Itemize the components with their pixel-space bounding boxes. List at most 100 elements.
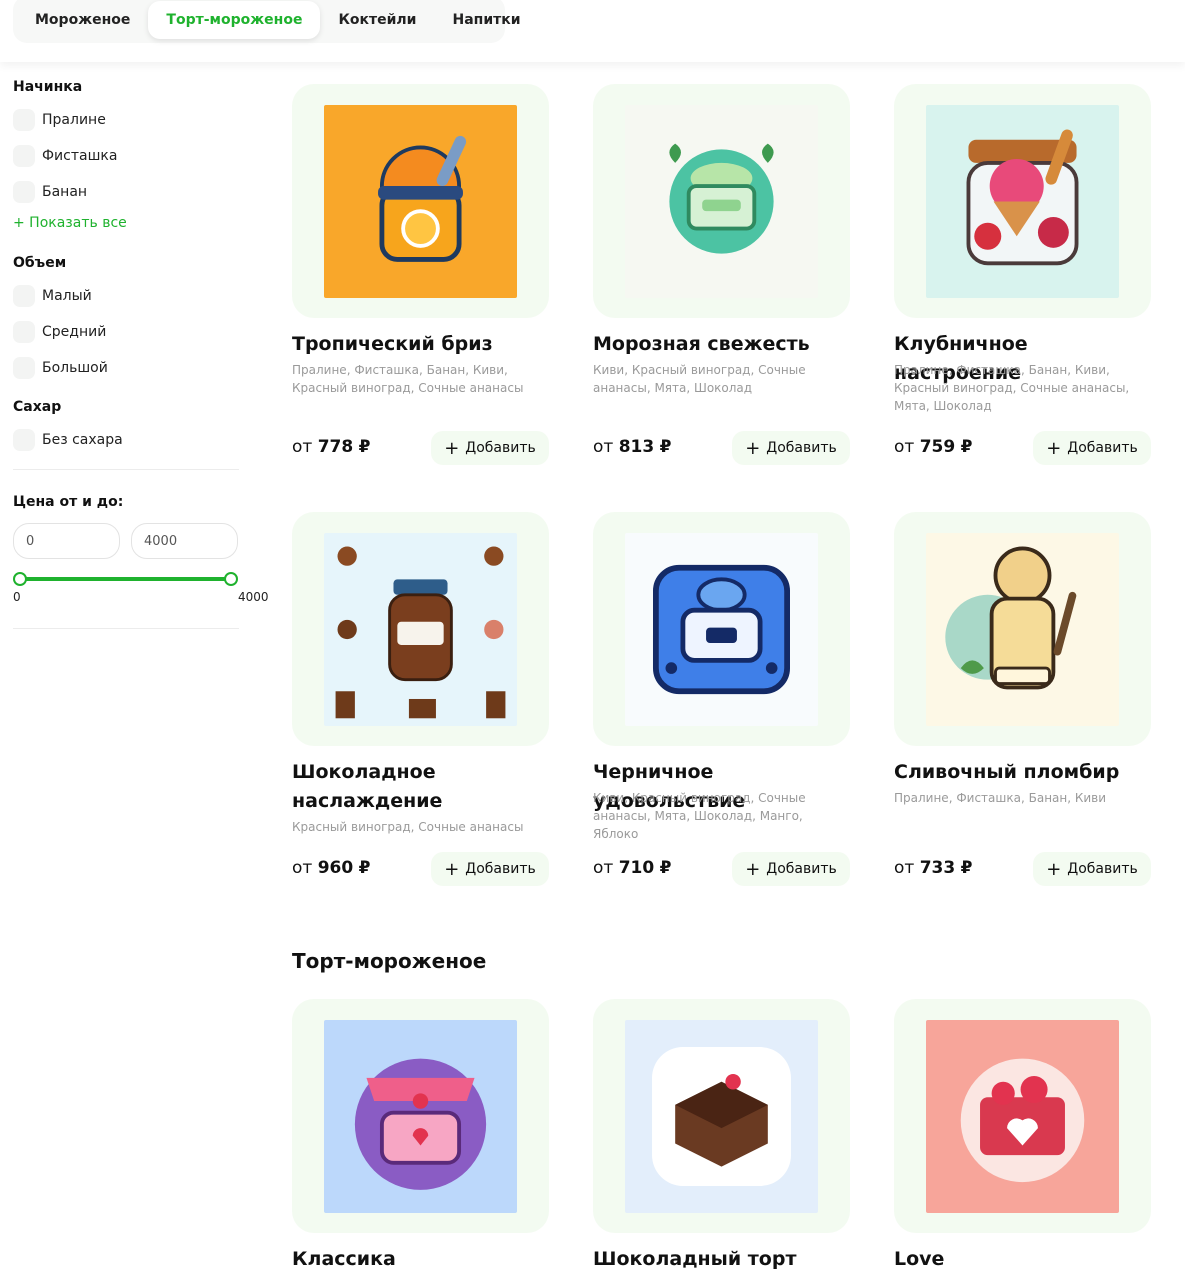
- add-button-label: Добавить: [766, 861, 837, 877]
- product-price: от 778 ₽: [292, 437, 370, 457]
- price-value: 733: [919, 858, 956, 878]
- add-button[interactable]: + Добавить: [732, 431, 850, 465]
- price-value: 778: [317, 437, 354, 457]
- checkbox[interactable]: [13, 429, 35, 451]
- product-price: от 710 ₽: [593, 858, 671, 878]
- divider: [13, 628, 239, 629]
- add-button[interactable]: + Добавить: [732, 852, 850, 886]
- checkbox[interactable]: [13, 285, 35, 307]
- product-title: Морозная свежесть: [593, 333, 810, 355]
- filter-label: Пралине: [42, 112, 106, 128]
- heart-cake-icon: [926, 1020, 1119, 1213]
- plus-icon: +: [745, 858, 761, 880]
- product-title: Тропический бриз: [292, 333, 493, 355]
- tab-cocktails[interactable]: Коктейли: [320, 1, 434, 39]
- product-image-frame: [292, 999, 549, 1233]
- product-image-frame: [894, 999, 1151, 1233]
- filter-label: Без сахара: [42, 432, 123, 448]
- product-ingredients: Красный виноград, Сочные ананасы: [292, 820, 524, 834]
- filter-medium[interactable]: Средний: [13, 321, 106, 343]
- filter-no-sugar[interactable]: Без сахара: [13, 429, 123, 451]
- product-image-frame: [593, 999, 850, 1233]
- price-range-title: Цена от и до:: [13, 494, 124, 510]
- checkbox[interactable]: [13, 109, 35, 131]
- product-price: от 960 ₽: [292, 858, 370, 878]
- product-image-frame: [292, 512, 549, 746]
- price-slider-max-handle[interactable]: [224, 572, 238, 586]
- product-ingredients: Пралине, Фисташка, Банан, Киви, Красный …: [894, 363, 1130, 413]
- add-button[interactable]: + Добавить: [431, 431, 549, 465]
- price-prefix: от: [894, 858, 915, 878]
- price-slider-max-label: 4000: [238, 590, 269, 604]
- currency: ₽: [960, 437, 973, 457]
- add-button[interactable]: + Добавить: [1033, 852, 1151, 886]
- filter-label: Малый: [42, 288, 92, 304]
- checkbox[interactable]: [13, 181, 35, 203]
- product-image-frame: [292, 84, 549, 318]
- plus-icon: +: [1046, 858, 1062, 880]
- price-value: 813: [618, 437, 655, 457]
- tab-ice-cream-cake[interactable]: Торт-мороженое: [148, 0, 321, 39]
- strawberry-jar-icon: [926, 105, 1119, 298]
- volume-title: Объем: [13, 255, 67, 271]
- pink-cake-icon: [324, 1020, 517, 1213]
- currency: ₽: [358, 437, 371, 457]
- tab-drinks[interactable]: Напитки: [434, 1, 538, 39]
- add-button-label: Добавить: [465, 861, 536, 877]
- product-title: Шоколадный торт: [593, 1248, 797, 1269]
- product-image-frame: [894, 512, 1151, 746]
- product-image-frame: [894, 84, 1151, 318]
- product-ingredients: Пралине, Фисташка, Банан, Киви: [894, 791, 1107, 805]
- orange-jar-icon: [324, 105, 517, 298]
- product-title: Сливочный пломбир: [894, 761, 1120, 783]
- tab-ice-cream[interactable]: Мороженое: [17, 1, 148, 39]
- checkbox[interactable]: [13, 321, 35, 343]
- product-image-frame: [593, 512, 850, 746]
- product-ingredients: Пралине, Фисташка, Банан, Киви, Красный …: [292, 363, 524, 395]
- price-slider-min-handle[interactable]: [13, 572, 27, 586]
- product-title: Love: [894, 1248, 945, 1269]
- mint-jar-icon: [625, 105, 818, 298]
- plus-icon: +: [745, 437, 761, 459]
- currency: ₽: [960, 858, 973, 878]
- filter-small[interactable]: Малый: [13, 285, 92, 307]
- price-prefix: от: [593, 437, 614, 457]
- product-ingredients: Киви, Красный виноград, Сочные ананасы, …: [593, 791, 806, 841]
- price-prefix: от: [292, 858, 313, 878]
- vanilla-jar-icon: [926, 533, 1119, 726]
- price-value: 710: [618, 858, 655, 878]
- filter-banana[interactable]: Банан: [13, 181, 87, 203]
- filter-label: Средний: [42, 324, 107, 340]
- add-button[interactable]: + Добавить: [431, 852, 549, 886]
- price-prefix: от: [894, 437, 915, 457]
- price-slider-track[interactable]: [20, 577, 231, 581]
- show-all-link[interactable]: + Показать все: [13, 215, 127, 231]
- price-value: 759: [919, 437, 956, 457]
- currency: ₽: [659, 437, 672, 457]
- add-button-label: Добавить: [766, 440, 837, 456]
- price-prefix: от: [292, 437, 313, 457]
- checkbox[interactable]: [13, 145, 35, 167]
- category-bar: Мороженое Торт-мороженое Коктейли Напитк…: [0, 0, 1185, 62]
- filter-pistachio[interactable]: Фисташка: [13, 145, 117, 167]
- price-slider-min-label: 0: [13, 590, 21, 604]
- product-title: Классика: [292, 1248, 396, 1269]
- chocolate-jar-icon: [324, 533, 517, 726]
- filter-praline[interactable]: Пралине: [13, 109, 106, 131]
- add-button-label: Добавить: [1067, 861, 1138, 877]
- product-image-frame: [593, 84, 850, 318]
- price-from-input[interactable]: [13, 523, 120, 559]
- plus-icon: +: [1046, 437, 1062, 459]
- filter-large[interactable]: Большой: [13, 357, 108, 379]
- add-button[interactable]: + Добавить: [1033, 431, 1151, 465]
- product-title: Шоколадное наслаждение: [292, 761, 443, 812]
- filling-title: Начинка: [13, 79, 83, 95]
- checkbox[interactable]: [13, 357, 35, 379]
- product-price: от 759 ₽: [894, 437, 972, 457]
- blueberry-box-icon: [625, 533, 818, 726]
- price-to-input[interactable]: [131, 523, 238, 559]
- filter-label: Фисташка: [42, 148, 118, 164]
- chocolate-cake-icon: [625, 1020, 818, 1213]
- product-ingredients: Киви, Красный виноград, Сочные ананасы, …: [593, 363, 806, 395]
- add-button-label: Добавить: [1067, 440, 1138, 456]
